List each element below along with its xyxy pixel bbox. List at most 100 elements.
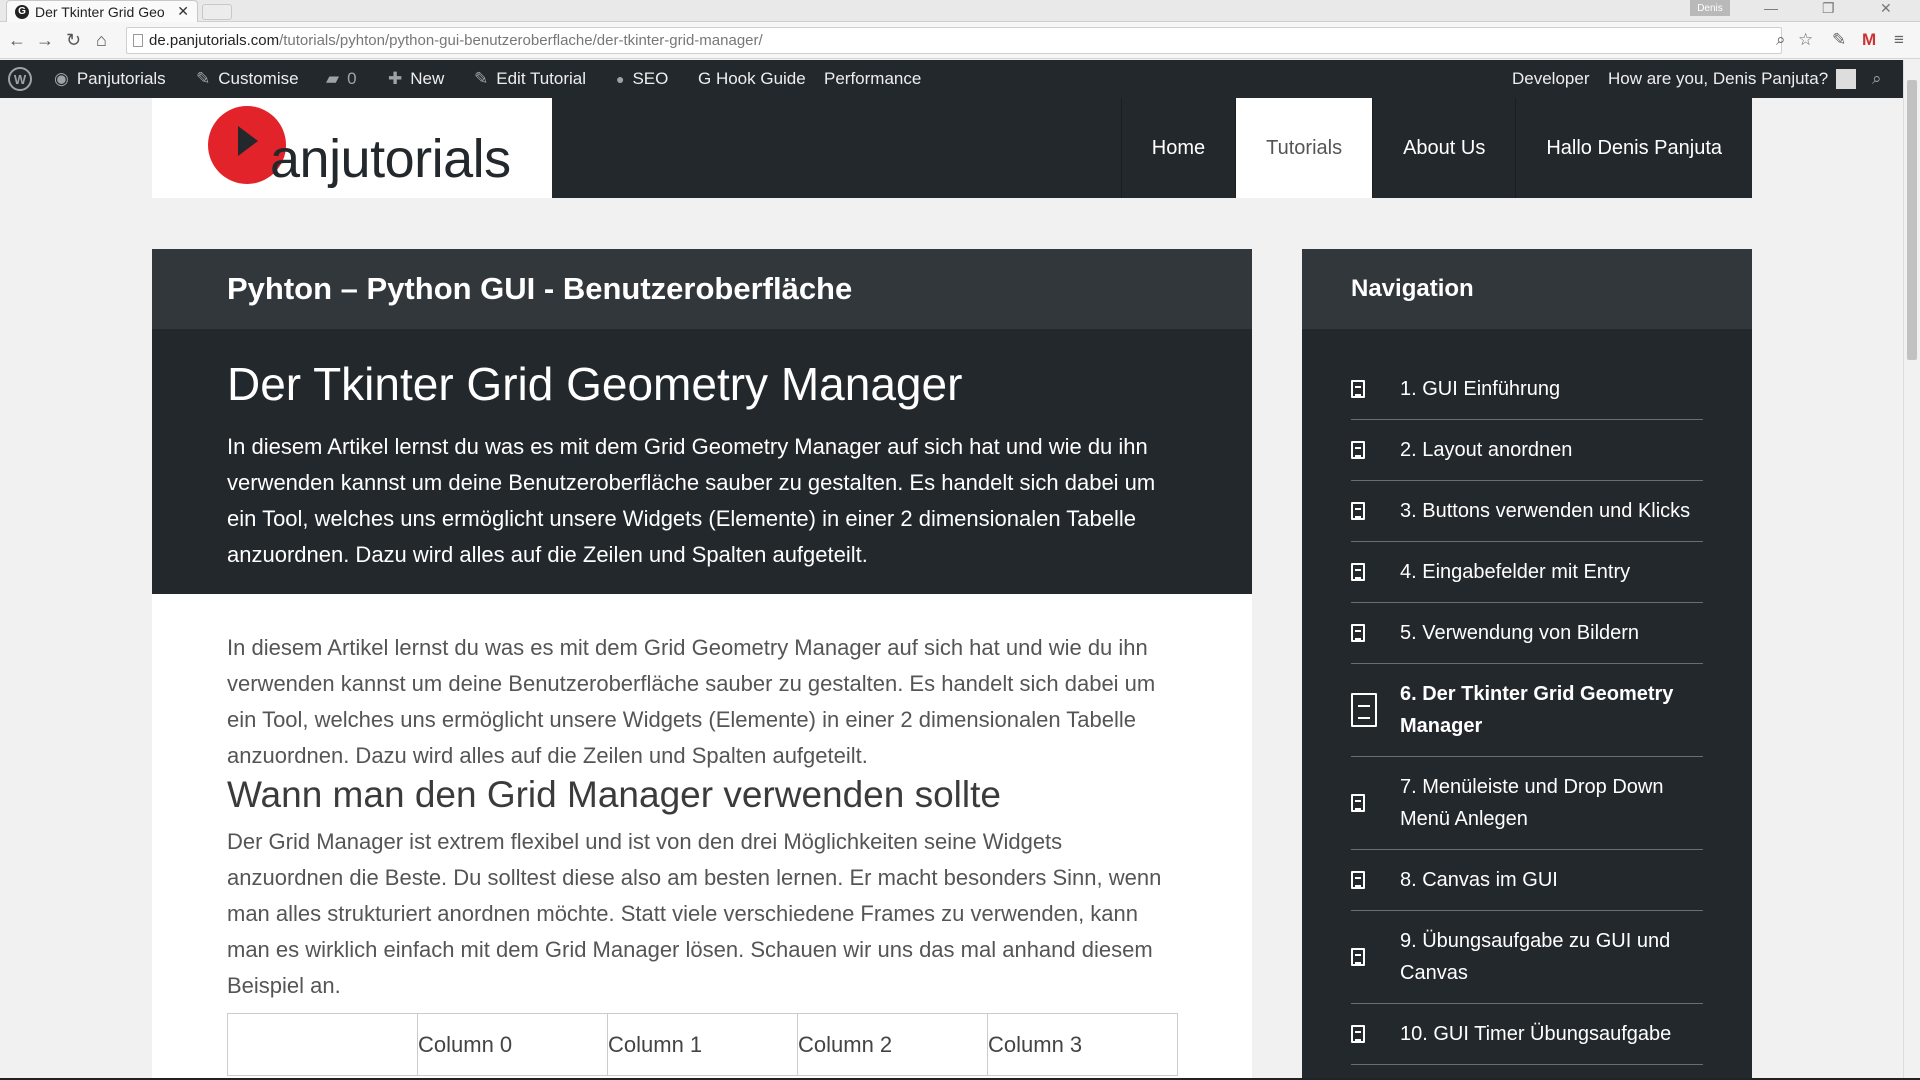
sidebar-item-9[interactable]: 9. Übungsaufgabe zu GUI und Canvas	[1351, 911, 1703, 1004]
close-tab-icon[interactable]: ✕	[177, 3, 189, 20]
wp-edit-label: Edit Tutorial	[496, 69, 587, 88]
wp-site-link[interactable]: ◉ Panjutorials	[54, 60, 166, 98]
table-cell	[227, 1013, 418, 1076]
sidebar-item-label: 3. Buttons verwenden und Klicks	[1400, 500, 1691, 522]
site-header: anjutorials Home Tutorials About Us Hall…	[152, 98, 1752, 198]
brush-icon: ✎	[196, 69, 211, 88]
wp-customise-link[interactable]: ✎ Customise	[196, 60, 299, 98]
example-grid-table: Column 0 Column 1 Column 2 Column 3	[227, 1013, 1178, 1076]
wp-performance-label: Performance	[824, 69, 922, 88]
reload-icon[interactable]: ↻	[66, 30, 81, 51]
gmail-extension-icon[interactable]: M	[1862, 30, 1876, 50]
sidebar-item-7[interactable]: 7. Menüleiste und Drop Down Menü Anlegen	[1351, 757, 1703, 850]
wp-seo-link[interactable]: ● SEO	[616, 60, 668, 98]
category-title: Pyhton – Python GUI - Benutzeroberfläche	[152, 249, 1252, 329]
sidebar-list: 1. GUI Einführung 2. Layout anordnen 3. …	[1302, 359, 1752, 1065]
sidebar-item-8[interactable]: 8. Canvas im GUI	[1351, 850, 1703, 911]
article-body: In diesem Artikel lernst du was es mit d…	[152, 594, 1252, 1004]
sidebar-item-2[interactable]: 2. Layout anordnen	[1351, 420, 1703, 481]
sidebar-item-1[interactable]: 1. GUI Einführung	[1351, 359, 1703, 420]
logo-play-icon	[238, 126, 258, 156]
wp-hook-guide-link[interactable]: G Hook Guide	[698, 60, 806, 98]
tab-title: Der Tkinter Grid Geo	[35, 3, 165, 20]
address-bar-row: ← → ↻ ⌂ de.panjutorials.com/tutorials/py…	[0, 22, 1920, 59]
browser-tab-bar: G Der Tkinter Grid Geo ✕ Denis — ❐ ✕	[0, 0, 1920, 22]
page-title: Der Tkinter Grid Geometry Manager	[227, 358, 963, 410]
url-path: /tutorials/pyhton/python-gui-benutzerobe…	[279, 32, 763, 49]
search-icon: ⌕	[1872, 69, 1882, 88]
avatar	[1836, 69, 1857, 89]
sidebar-item-10[interactable]: 10. GUI Timer Übungsaufgabe	[1351, 1004, 1703, 1065]
window-close-icon[interactable]: ✕	[1880, 0, 1892, 17]
main-navigation: Home Tutorials About Us Hallo Denis Panj…	[1120, 98, 1752, 198]
intro-text: In diesem Artikel lernst du was es mit d…	[227, 434, 1156, 567]
wp-hook-guide-label: G Hook Guide	[698, 69, 806, 88]
table-cell: Column 2	[797, 1013, 988, 1076]
url-host: de.panjutorials.com	[149, 32, 280, 49]
url-input[interactable]: de.panjutorials.com/tutorials/pyhton/pyt…	[126, 27, 1782, 54]
table-cell: Column 0	[417, 1013, 608, 1076]
wp-developer-link[interactable]: Developer	[1512, 60, 1590, 98]
table-row: Column 0 Column 1 Column 2 Column 3	[227, 1013, 1178, 1076]
wp-new-label: New	[410, 69, 445, 88]
sidebar-item-5[interactable]: 5. Verwendung von Bildern	[1351, 603, 1703, 664]
document-icon	[1351, 794, 1365, 812]
wp-customise-label: Customise	[218, 69, 299, 88]
page-scrollbar[interactable]	[1903, 60, 1920, 1080]
table-cell: Column 1	[607, 1013, 798, 1076]
wp-edit-link[interactable]: ✎ Edit Tutorial	[474, 60, 586, 98]
dashboard-icon: ◉	[54, 69, 69, 88]
wordpress-logo-button[interactable]: W	[8, 60, 32, 98]
document-icon	[1351, 871, 1365, 889]
home-icon[interactable]: ⌂	[96, 30, 107, 51]
wp-comments-link[interactable]: ▰ 0	[326, 60, 357, 98]
wp-developer-label: Developer	[1512, 69, 1590, 88]
nav-home[interactable]: Home	[1120, 98, 1235, 198]
profile-badge[interactable]: Denis	[1690, 0, 1730, 16]
browser-menu-icon[interactable]: ≡	[1894, 30, 1904, 50]
site-logo-link[interactable]: anjutorials	[152, 98, 552, 198]
sidebar-item-label: 1. GUI Einführung	[1400, 378, 1561, 400]
sidebar-item-label: 2. Layout anordnen	[1400, 439, 1573, 461]
document-icon	[1351, 502, 1365, 520]
extension-icon[interactable]: ✎	[1832, 30, 1846, 50]
logo-text: anjutorials	[270, 129, 511, 189]
browser-tab[interactable]: G Der Tkinter Grid Geo ✕	[6, 0, 198, 22]
new-tab-button[interactable]	[202, 4, 232, 20]
restore-icon[interactable]: ❐	[1822, 0, 1835, 17]
document-icon	[1351, 563, 1365, 581]
wp-new-link[interactable]: ✚ New	[388, 60, 444, 98]
seo-status-icon: ●	[616, 71, 625, 87]
bookmark-star-icon[interactable]: ☆	[1798, 30, 1813, 50]
article-intro: Der Tkinter Grid Geometry Manager In die…	[152, 329, 1252, 594]
nav-user-greeting[interactable]: Hallo Denis Panjuta	[1515, 98, 1752, 198]
sidebar-navigation: Navigation 1. GUI Einführung 2. Layout a…	[1302, 249, 1752, 1080]
wp-search-button[interactable]: ⌕	[1872, 60, 1882, 98]
wordpress-icon: W	[8, 67, 32, 91]
plus-icon: ✚	[388, 69, 403, 88]
wp-account-link[interactable]: How are you, Denis Panjuta?	[1608, 60, 1857, 98]
zoom-icon[interactable]: ⌕	[1776, 30, 1786, 50]
nav-about-us[interactable]: About Us	[1372, 98, 1515, 198]
back-icon[interactable]: ←	[8, 30, 26, 51]
nav-tutorials[interactable]: Tutorials	[1235, 98, 1373, 198]
google-favicon-icon: G	[15, 4, 29, 19]
paragraph-1: In diesem Artikel lernst du was es mit d…	[227, 635, 1156, 768]
paragraph-2: Der Grid Manager ist extrem flexibel und…	[227, 829, 1162, 998]
page-icon	[133, 34, 143, 47]
document-icon	[1351, 1025, 1365, 1043]
sidebar-item-6-active[interactable]: 6. Der Tkinter Grid Geometry Manager	[1351, 664, 1703, 757]
sidebar-title: Navigation	[1302, 249, 1752, 329]
document-icon	[1351, 380, 1365, 398]
wp-comments-count: 0	[347, 69, 357, 88]
wp-performance-link[interactable]: Performance	[824, 60, 921, 98]
sidebar-item-label: 7. Menüleiste und Drop Down Menü Anlegen	[1400, 776, 1664, 830]
pencil-icon: ✎	[474, 69, 489, 88]
sidebar-item-3[interactable]: 3. Buttons verwenden und Klicks	[1351, 481, 1703, 542]
minimize-icon[interactable]: —	[1764, 0, 1778, 16]
sidebar-item-label: 10. GUI Timer Übungsaufgabe	[1400, 1023, 1672, 1045]
sidebar-item-4[interactable]: 4. Eingabefelder mit Entry	[1351, 542, 1703, 603]
scrollbar-thumb[interactable]	[1907, 80, 1917, 360]
forward-icon[interactable]: →	[36, 30, 54, 51]
comment-icon: ▰	[326, 69, 340, 88]
